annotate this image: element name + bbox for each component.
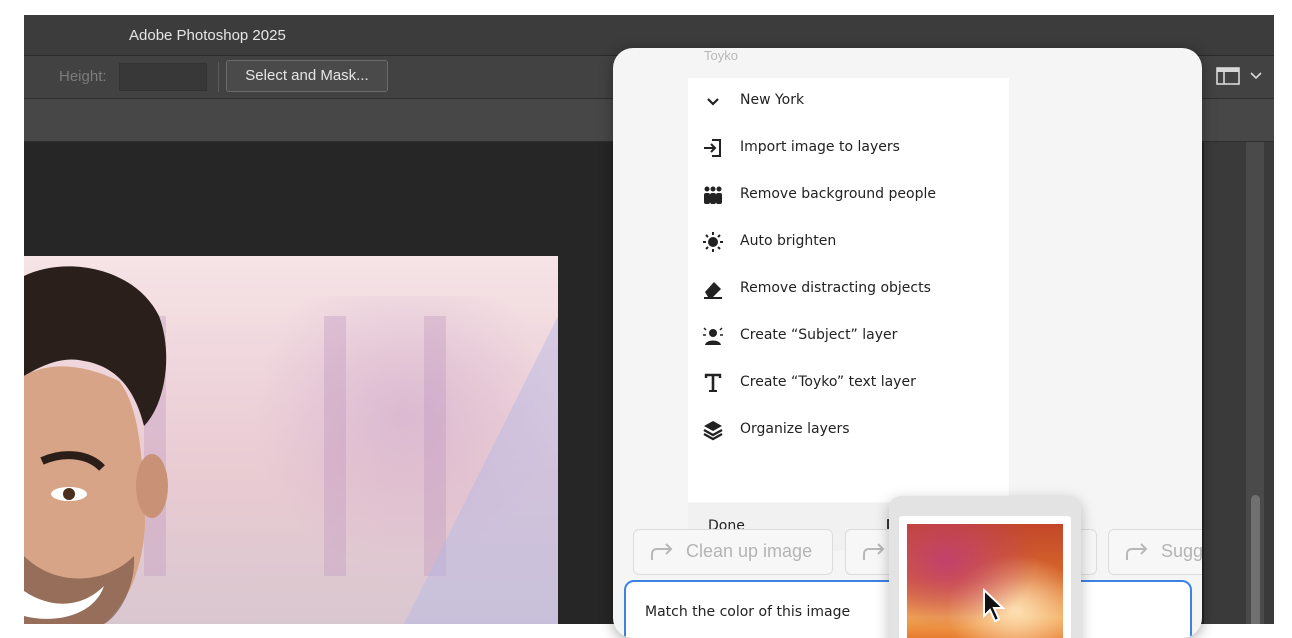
menu-item-remove-distracting-objects[interactable]: Remove distracting objects: [688, 266, 1009, 313]
mouse-cursor-icon: [983, 588, 1006, 623]
document-photo[interactable]: [24, 256, 558, 624]
chip-label: Clean up image: [686, 541, 813, 561]
action-menu: New York Import image to layers Remove b…: [688, 78, 1009, 502]
chevron-down-icon: [707, 98, 719, 106]
menu-item-label: Remove distracting objects: [740, 280, 931, 296]
scrollbar-thumb[interactable]: [1251, 495, 1260, 624]
menu-item-label: Organize layers: [740, 421, 850, 437]
menu-item-label: Create “Subject” layer: [740, 327, 898, 343]
height-input[interactable]: [119, 63, 207, 91]
import-icon: [704, 139, 721, 157]
eraser-icon: [704, 282, 722, 299]
height-label: Height:: [59, 68, 107, 85]
menu-item-label: Remove background people: [740, 186, 936, 202]
redo-arrow-icon: [651, 543, 673, 560]
prompt-text: Match the color of this image: [645, 604, 851, 620]
subject-icon: [703, 327, 723, 345]
menu-item-new-york[interactable]: New York: [688, 78, 1009, 125]
suggestion-chip[interactable]: Clean up image: [633, 529, 833, 575]
sun-icon: [703, 232, 723, 252]
menu-item-label: Auto brighten: [740, 233, 837, 249]
redo-arrow-icon: [863, 543, 885, 560]
menu-item-remove-background-people[interactable]: Remove background people: [688, 172, 1009, 219]
people-icon: [704, 186, 722, 204]
layers-icon: [703, 421, 723, 441]
menu-item-label: Create “Toyko” text layer: [740, 374, 916, 390]
background-window-bar: [324, 316, 346, 576]
menu-item-auto-brighten[interactable]: Auto brighten: [688, 219, 1009, 266]
menu-item-create-text-layer[interactable]: Create “Toyko” text layer: [688, 360, 1009, 407]
ai-assistant-panel: Toyko New York Import image to layers Re…: [613, 48, 1202, 638]
text-icon: [704, 373, 722, 392]
redo-arrow-icon: [1126, 543, 1148, 560]
app-title: Adobe Photoshop 2025: [129, 27, 286, 44]
options-separator: [218, 62, 219, 92]
menu-item-import-image[interactable]: Import image to layers: [688, 125, 1009, 172]
workspace-panel-icon[interactable]: [1216, 66, 1240, 86]
select-and-mask-button[interactable]: Select and Mask...: [226, 60, 388, 92]
faded-menu-item: Toyko: [704, 48, 738, 63]
suggestion-chip[interactable]: Sugg: [1108, 529, 1202, 575]
chevron-down-icon[interactable]: [1250, 70, 1262, 80]
menu-item-label: Import image to layers: [740, 139, 900, 155]
light-beam: [404, 316, 558, 624]
portrait-subject: [24, 266, 168, 624]
menu-item-organize-layers[interactable]: Organize layers: [688, 407, 1009, 454]
menu-item-create-subject-layer[interactable]: Create “Subject” layer: [688, 313, 1009, 360]
chip-label: Sugg: [1161, 541, 1202, 561]
menu-item-label: New York: [740, 92, 805, 108]
